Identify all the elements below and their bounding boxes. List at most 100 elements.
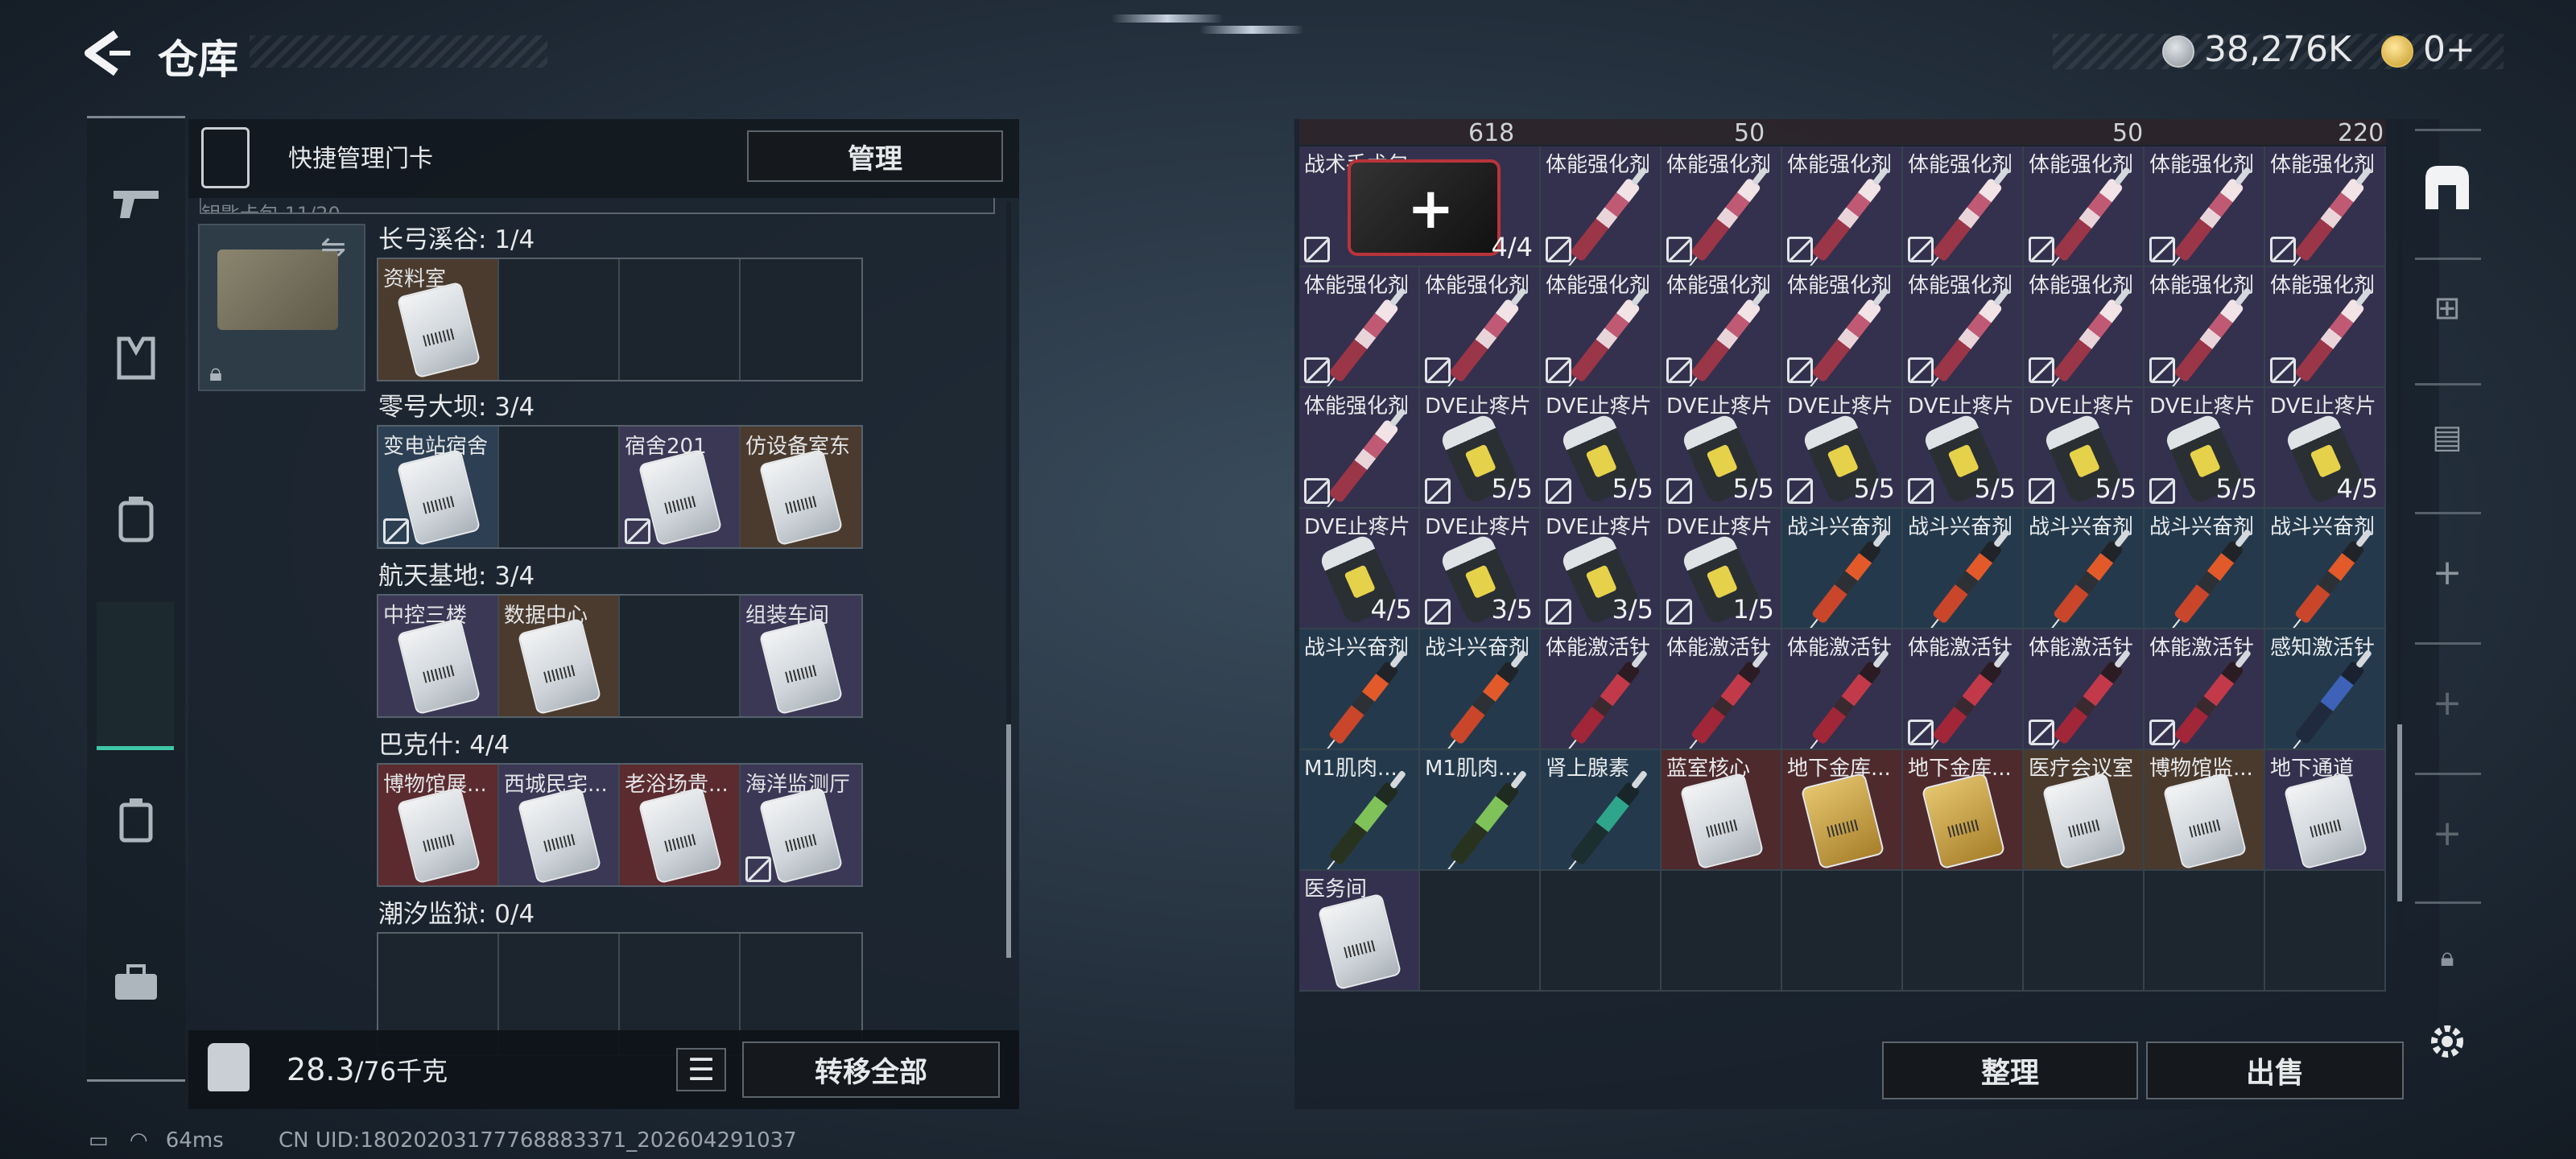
transfer-all-button[interactable]: 转移全部 — [742, 1041, 1000, 1098]
safebox-icon[interactable] — [2411, 161, 2483, 223]
plus-icon[interactable]: + — [2411, 683, 2483, 724]
empty-slot[interactable] — [1662, 871, 1782, 992]
list-view-button[interactable]: ☰ — [676, 1048, 726, 1091]
keycard-slot[interactable]: 数据中心 — [499, 596, 620, 716]
stash-item[interactable]: 地下金库... — [1903, 750, 2024, 871]
stash-item[interactable]: DVE止疼片 5/5 — [1662, 388, 1782, 509]
stash-item[interactable]: 体能强化剂 — [1299, 267, 1420, 388]
stash-item[interactable]: 体能强化剂 — [1903, 267, 2024, 388]
back-arrow-icon[interactable] — [80, 29, 137, 77]
right-scrollbar-thumb[interactable] — [2397, 724, 2402, 901]
keycard-slot[interactable]: 组装车间 — [741, 596, 861, 716]
empty-slot[interactable] — [1541, 871, 1662, 992]
empty-slot[interactable] — [2024, 871, 2145, 992]
stash-item[interactable]: 体能强化剂 — [1782, 267, 1903, 388]
currency-silver-value[interactable]: 38,276K — [2204, 29, 2351, 70]
plus-icon[interactable]: + — [2411, 813, 2483, 854]
empty-slot[interactable] — [2265, 871, 2386, 992]
stash-item[interactable]: 体能强化剂 — [2145, 146, 2265, 267]
keycard-slot[interactable]: 变电站宿舍 — [378, 427, 499, 547]
keycard-slot[interactable] — [499, 259, 620, 380]
stash-item[interactable]: 战术手术包4/4 — [1299, 146, 1541, 267]
armor-icon[interactable] — [87, 318, 185, 398]
stash-item[interactable]: 体能强化剂 — [1903, 146, 2024, 267]
stash-item[interactable]: 体能强化剂 — [2265, 146, 2386, 267]
stash-item[interactable]: DVE止疼片 5/5 — [1782, 388, 1903, 509]
stash-item[interactable]: 战斗兴奋剂 — [2265, 509, 2386, 629]
stash-item[interactable]: M1肌肉... — [1299, 750, 1420, 871]
stash-item[interactable]: 体能激活针 — [1662, 629, 1782, 750]
stash-item[interactable]: 体能激活针 — [2024, 629, 2145, 750]
keycard-slot[interactable] — [620, 259, 741, 380]
stash-item[interactable]: DVE止疼片 5/5 — [1420, 388, 1541, 509]
keycard-slot[interactable] — [620, 596, 741, 716]
stash-item[interactable]: 体能强化剂 — [1541, 146, 1662, 267]
stash-item[interactable]: 战斗兴奋剂 — [2024, 509, 2145, 629]
stash-item[interactable]: DVE止疼片 4/5 — [2265, 388, 2386, 509]
swap-icon[interactable]: ⇋ — [320, 229, 346, 264]
stash-item[interactable]: 体能强化剂 — [2265, 267, 2386, 388]
stash-item[interactable]: 战斗兴奋剂 — [1782, 509, 1903, 629]
keycard-slot[interactable]: 博物馆展... — [378, 765, 499, 885]
stash-item[interactable]: 体能激活针 — [1541, 629, 1662, 750]
stash-item[interactable]: 博物馆监... — [2145, 750, 2265, 871]
sell-button[interactable]: 出售 — [2146, 1041, 2404, 1099]
keycard-slot[interactable] — [499, 427, 620, 547]
keycard-slot[interactable]: 仿设备室东 — [741, 427, 861, 547]
manage-button[interactable]: 管理 — [747, 130, 1003, 182]
stash-item[interactable]: 战斗兴奋剂 — [1299, 629, 1420, 750]
stash-item[interactable]: DVE止疼片 5/5 — [2145, 388, 2265, 509]
left-scrollbar-thumb[interactable] — [1006, 724, 1011, 958]
empty-slot[interactable] — [1903, 871, 2024, 992]
stash-item[interactable]: 体能强化剂 — [1782, 146, 1903, 267]
sort-button[interactable]: 整理 — [1882, 1041, 2138, 1099]
keycard-slot[interactable] — [741, 259, 861, 380]
stash-item[interactable]: 战斗兴奋剂 — [1903, 509, 2024, 629]
keycard-slot[interactable]: 西城民宅... — [499, 765, 620, 885]
backpack-gear-icon[interactable] — [87, 479, 185, 559]
empty-slot[interactable] — [2145, 871, 2265, 992]
stash-item[interactable]: 体能强化剂 — [1662, 146, 1782, 267]
currency-gold-value[interactable]: 0+ — [2423, 29, 2475, 70]
stash-item[interactable]: 体能强化剂 — [1541, 267, 1662, 388]
stash-item[interactable]: 体能激活针 — [1782, 629, 1903, 750]
add-medkit-icon[interactable]: ⊞ — [2411, 290, 2483, 327]
folder-stack-icon[interactable]: ▤ — [2411, 419, 2483, 456]
stash-item[interactable]: 体能强化剂 — [1662, 267, 1782, 388]
settings-gear-icon[interactable] — [2411, 1019, 2483, 1073]
stash-item[interactable]: DVE止疼片 1/5 — [1662, 509, 1782, 629]
empty-slot[interactable] — [1782, 871, 1903, 992]
keycard-slot[interactable]: 老浴场贵... — [620, 765, 741, 885]
stash-item[interactable]: DVE止疼片 4/5 — [1299, 509, 1420, 629]
toolbox-icon[interactable] — [87, 942, 185, 1023]
stash-item[interactable]: 地下通道 — [2265, 750, 2386, 871]
stash-item[interactable]: 战斗兴奋剂 — [1420, 629, 1541, 750]
stash-item[interactable]: 体能强化剂 — [2024, 146, 2145, 267]
stash-item[interactable]: 体能强化剂 — [2145, 267, 2265, 388]
keycard-slot[interactable]: 资料室 — [378, 259, 499, 380]
stash-item[interactable]: 体能激活针 — [2145, 629, 2265, 750]
stash-item[interactable]: DVE止疼片 5/5 — [1541, 388, 1662, 509]
stash-item[interactable]: 感知激活针 — [2265, 629, 2386, 750]
stash-item[interactable]: 肾上腺素 — [1541, 750, 1662, 871]
stash-item[interactable]: 地下金库... — [1782, 750, 1903, 871]
stash-item[interactable]: 战斗兴奋剂 — [2145, 509, 2265, 629]
stash-item[interactable]: 蓝室核心 — [1662, 750, 1782, 871]
weapon-icon[interactable] — [87, 163, 185, 244]
stash-item[interactable]: DVE止疼片 3/5 — [1420, 509, 1541, 629]
stash-item[interactable]: 体能强化剂 — [1420, 267, 1541, 388]
keycard-slot[interactable]: 海洋监测厅 — [741, 765, 861, 885]
plus-icon[interactable]: + — [2411, 552, 2483, 593]
stash-item[interactable]: 体能强化剂 — [1299, 388, 1420, 509]
stash-item[interactable]: DVE止疼片 3/5 — [1541, 509, 1662, 629]
stash-item[interactable]: DVE止疼片 5/5 — [2024, 388, 2145, 509]
keycard-slot[interactable]: 宿舍201 — [620, 427, 741, 547]
stash-item[interactable]: DVE止疼片 5/5 — [1903, 388, 2024, 509]
stash-item[interactable]: 医疗会议室 — [2024, 750, 2145, 871]
keycard-case-icon[interactable] — [87, 780, 185, 860]
empty-slot[interactable] — [1420, 871, 1541, 992]
keycard-slot[interactable]: 中控三楼 — [378, 596, 499, 716]
stash-item[interactable]: 体能激活针 — [1903, 629, 2024, 750]
stash-item[interactable]: M1肌肉... — [1420, 750, 1541, 871]
stash-item[interactable]: 医务间 — [1299, 871, 1420, 992]
